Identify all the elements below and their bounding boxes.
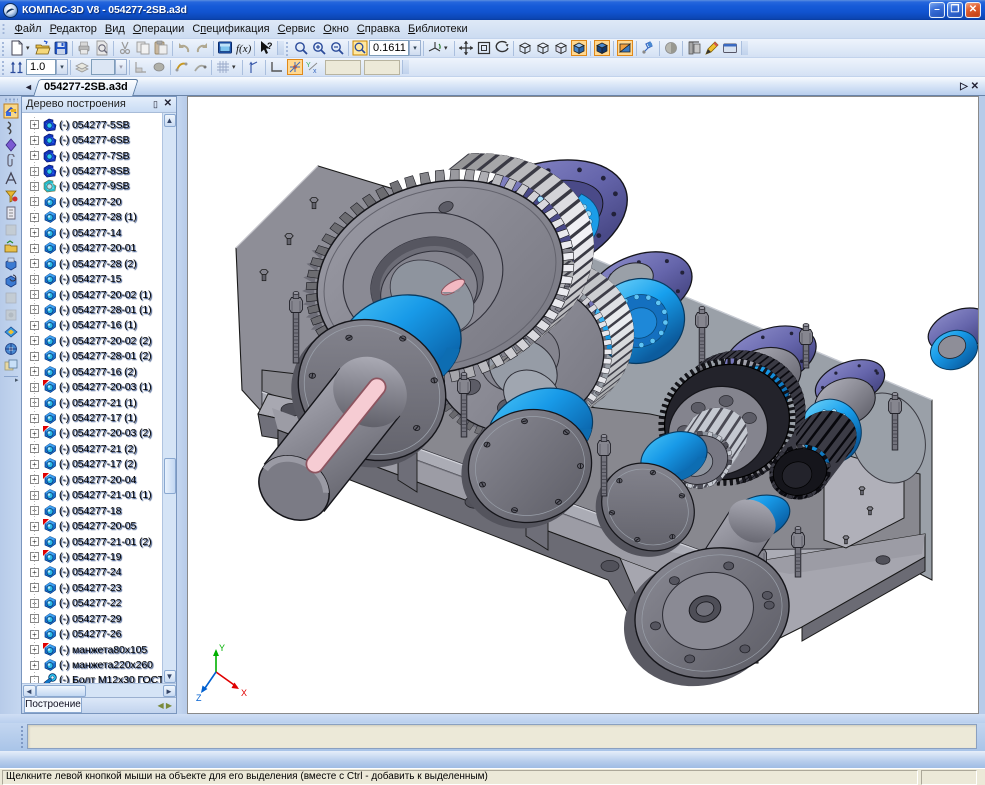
- svg-text:Y: Y: [219, 643, 225, 653]
- svg-text:x: x: [313, 68, 317, 75]
- svg-text:f(x): f(x): [236, 43, 251, 55]
- svg-text:Z: Z: [196, 693, 202, 703]
- svg-text:Y: Y: [306, 62, 311, 69]
- svg-text:X: X: [241, 688, 247, 698]
- svg-text:?: ?: [267, 41, 273, 51]
